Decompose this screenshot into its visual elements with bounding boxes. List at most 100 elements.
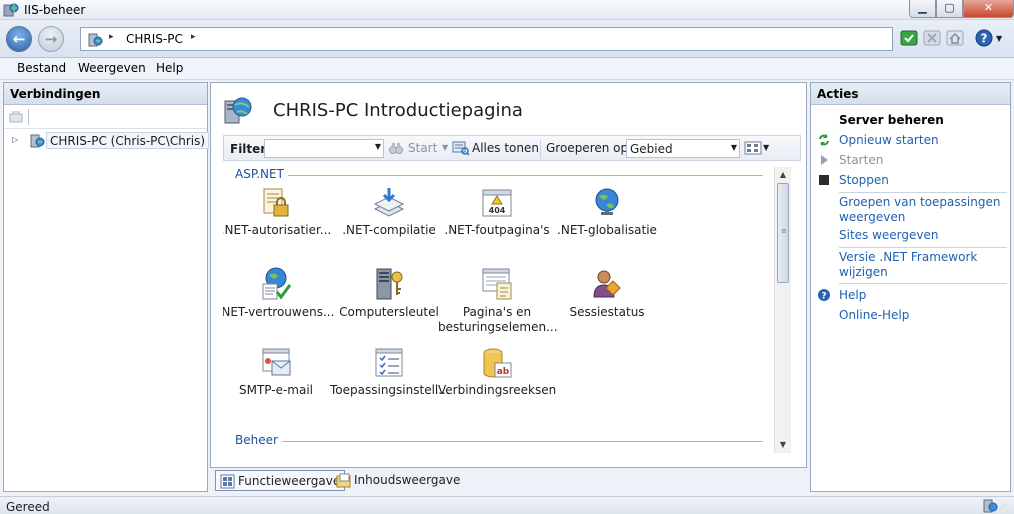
- scroll-down-icon[interactable]: ▼: [775, 437, 791, 453]
- back-button[interactable]: ←: [6, 26, 32, 52]
- maximize-button[interactable]: ▢: [936, 0, 963, 18]
- tab-content-view[interactable]: Inhoudsweergave: [332, 470, 464, 491]
- group-heading-management[interactable]: Beheer: [223, 433, 763, 449]
- feature-label: Sessiestatus: [569, 305, 645, 319]
- error-page-404-icon: 404: [482, 189, 512, 217]
- restart-icon: [819, 134, 829, 146]
- breadcrumb-server[interactable]: CHRIS-PC: [126, 32, 183, 46]
- group-heading-aspnet[interactable]: ASP.NET: [223, 167, 763, 183]
- start-filter-button[interactable]: Start: [408, 141, 437, 155]
- feature-label: Pagina's en besturingselemen...: [438, 305, 558, 334]
- group-by-label: Groeperen op:: [546, 141, 633, 155]
- help-icon[interactable]: ?: [974, 28, 994, 48]
- address-row: ← → ▸ CHRIS-PC ▸ ? ▼: [0, 20, 1014, 58]
- content-view-icon: [336, 473, 351, 488]
- feature-label: .NET-compilatie: [342, 223, 436, 237]
- chevron-down-icon[interactable]: ▼: [375, 142, 381, 151]
- menu-file[interactable]: Bestand: [17, 61, 66, 75]
- smtp-mail-icon: [262, 348, 291, 376]
- group-heading-line: [235, 441, 763, 442]
- forward-button[interactable]: →: [38, 26, 64, 52]
- menu-help[interactable]: Help: [156, 61, 183, 75]
- tab-label: Functieweergave: [238, 474, 341, 488]
- action-help[interactable]: Help: [839, 288, 1007, 303]
- feature-label: .NET-globalisatie: [557, 223, 657, 237]
- connections-title: Verbindingen: [4, 83, 207, 105]
- action-online-help[interactable]: Online-Help: [839, 308, 1007, 323]
- address-bar[interactable]: ▸ CHRIS-PC ▸: [80, 27, 893, 51]
- menu-bar: Bestand Weergeven Help: [0, 58, 1014, 80]
- expand-icon[interactable]: ▷: [12, 135, 18, 144]
- action-restart[interactable]: Opnieuw starten: [839, 133, 1007, 148]
- title-bar: IIS-beheer ▁ ▢ ✕: [0, 0, 1014, 20]
- features-scrollbar[interactable]: ▲ ≡ ▼: [774, 167, 791, 453]
- feature-pages-and-controls[interactable]: Pagina's en besturingselemen...: [438, 267, 558, 335]
- feature-net-globalization[interactable]: .NET-globalisatie: [548, 187, 666, 238]
- toolbar-divider: [540, 140, 541, 158]
- feature-label: Verbindingsreeksen: [438, 383, 557, 397]
- actions-section-manage-server: Server beheren: [839, 113, 944, 127]
- feature-connection-strings[interactable]: ab Verbindingsreeksen: [438, 347, 556, 398]
- feature-smtp-email[interactable]: SMTP-e-mail: [223, 347, 335, 398]
- group-heading-label[interactable]: ASP.NET: [235, 167, 288, 181]
- view-mode-icon[interactable]: [744, 140, 762, 156]
- feature-net-trust-levels[interactable]: .NET-vertrouwens...: [223, 267, 335, 320]
- action-start[interactable]: Starten: [839, 153, 1007, 168]
- status-bar: Gereed ⋰: [0, 496, 1014, 514]
- tree-item-server[interactable]: ▷ CHRIS-PC (Chris-PC\Chris): [12, 132, 210, 150]
- tree-item-label[interactable]: CHRIS-PC (Chris-PC\Chris): [46, 132, 210, 149]
- chevron-down-icon[interactable]: ▼: [442, 143, 448, 152]
- action-stop[interactable]: Stoppen: [839, 173, 1007, 188]
- group-heading-label[interactable]: Beheer: [235, 433, 282, 447]
- close-button[interactable]: ✕: [963, 0, 1014, 18]
- features-panel: CHRIS-PC Introductiepagina Filter: ▼ Sta…: [210, 82, 807, 468]
- tab-features-view[interactable]: Functieweergave: [215, 470, 346, 491]
- refresh-icon[interactable]: [899, 28, 919, 48]
- feature-net-authorization[interactable]: .NET-autorisatier...: [223, 187, 335, 238]
- app-settings-icon: [375, 348, 403, 377]
- stop-icon: [819, 175, 829, 185]
- chevron-down-icon[interactable]: ▼: [763, 143, 769, 152]
- filter-toolbar: Filter: ▼ Start ▼ Alles tonen Groeperen …: [223, 135, 801, 161]
- stack-download-icon: [373, 188, 405, 217]
- feature-machine-key[interactable]: Computersleutel: [330, 267, 448, 320]
- start-icon: [821, 155, 828, 165]
- svg-text:?: ?: [821, 292, 826, 302]
- connection-strings-icon: ab: [483, 348, 512, 378]
- actions-panel: Acties Server beheren Opnieuw starten St…: [810, 82, 1011, 492]
- breadcrumb-arrow-icon[interactable]: ▸: [191, 32, 196, 42]
- binoculars-icon: [389, 143, 403, 154]
- error-code-badge: 404: [489, 206, 506, 215]
- action-view-sites[interactable]: Sites weergeven: [839, 228, 1007, 243]
- feature-label: SMTP-e-mail: [238, 383, 314, 397]
- stop-icon[interactable]: [922, 28, 942, 48]
- create-connection-icon[interactable]: [8, 109, 24, 125]
- home-icon[interactable]: [945, 28, 965, 48]
- feature-session-state[interactable]: Sessiestatus: [548, 267, 666, 320]
- page-header: CHRIS-PC Introductiepagina: [221, 93, 791, 129]
- actions-divider: [839, 247, 1007, 248]
- breadcrumb-arrow-icon[interactable]: ▸: [109, 32, 114, 42]
- server-icon: [88, 33, 103, 47]
- minimize-button[interactable]: ▁: [909, 0, 936, 18]
- scrollbar-thumb[interactable]: ≡: [777, 183, 789, 283]
- resize-grip-icon[interactable]: ⋰: [1000, 503, 1010, 513]
- action-view-app-pools[interactable]: Groepen van toepassingen weergeven: [839, 195, 1007, 225]
- chevron-down-icon[interactable]: ▼: [996, 34, 1006, 54]
- feature-label: Computersleutel: [339, 305, 439, 319]
- lock-document-icon: [263, 188, 289, 217]
- server-globe-icon: [224, 97, 252, 124]
- action-change-net-version[interactable]: Versie .NET Framework wijzigen: [839, 250, 1007, 280]
- scroll-up-icon[interactable]: ▲: [775, 167, 791, 183]
- show-all-button[interactable]: Alles tonen: [472, 141, 539, 155]
- chevron-down-icon[interactable]: ▼: [731, 143, 737, 152]
- feature-application-settings[interactable]: Toepassingsinstell...: [330, 347, 450, 398]
- group-by-select[interactable]: Gebied ▼: [626, 139, 740, 158]
- menu-view[interactable]: Weergeven: [78, 61, 146, 75]
- filter-input[interactable]: ▼: [264, 139, 384, 158]
- actions-divider: [839, 192, 1007, 193]
- tab-label: Inhoudsweergave: [354, 473, 461, 487]
- group-heading-line: [235, 175, 763, 176]
- feature-net-compilation[interactable]: .NET-compilatie: [330, 187, 448, 238]
- feature-net-error-pages[interactable]: 404 .NET-foutpagina's: [438, 187, 556, 238]
